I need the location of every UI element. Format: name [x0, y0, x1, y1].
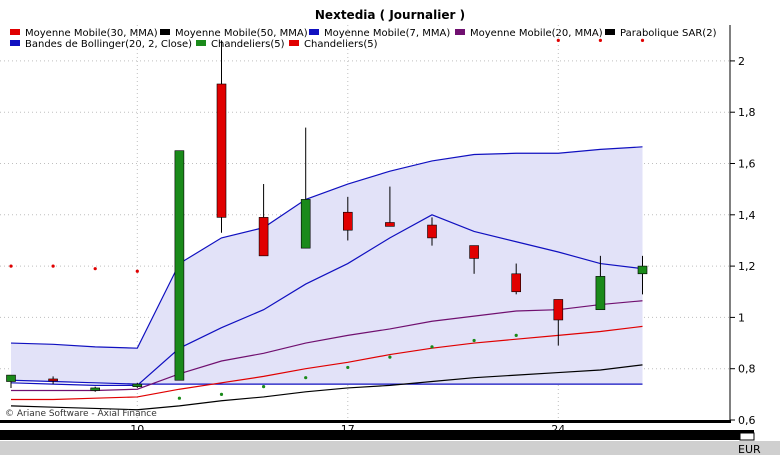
sar-point — [472, 338, 476, 343]
sar-point — [9, 264, 13, 268]
sar-point — [177, 396, 181, 400]
legend-swatch-sar — [605, 29, 615, 35]
legend-label: Bandes de Bollinger(20, 2, Close) — [25, 39, 192, 50]
scrollbar-thumb[interactable] — [0, 430, 754, 440]
y-tick-label: 1 — [738, 311, 745, 324]
legend-label: Chandeliers(5) — [304, 39, 378, 50]
candle-body-down — [48, 378, 58, 382]
legend-item: Moyenne Mobile(30, MMA) — [10, 28, 158, 39]
candle-body-down — [216, 83, 227, 218]
x-axis-bar — [0, 420, 731, 423]
candle-body-down — [469, 245, 479, 259]
candle-body-up — [300, 199, 311, 249]
sar-point — [304, 376, 308, 380]
legend-item: Moyenne Mobile(7, MMA) — [309, 28, 450, 39]
sar-point — [598, 38, 603, 42]
candle-body-up — [132, 383, 143, 387]
sar-point — [93, 267, 97, 271]
sar-point — [514, 333, 518, 337]
legend-swatch-bollinger — [10, 40, 20, 46]
scrollbar-track[interactable] — [0, 441, 780, 455]
candle-body-up — [595, 276, 606, 311]
candle-body-up — [90, 387, 100, 391]
sar-point — [262, 385, 266, 389]
legend-label: Parabolique SAR(2) — [620, 28, 717, 39]
legend-swatch-mm20 — [455, 29, 465, 35]
scrollbar-thumb-edge — [739, 432, 755, 441]
candle-body-down — [511, 273, 522, 293]
chart-title: Nextedia ( Journalier ) — [315, 8, 465, 22]
horizontal-scrollbar[interactable] — [0, 430, 780, 455]
candle-body-up — [637, 265, 648, 275]
legend-label: Moyenne Mobile(50, MMA) — [175, 28, 308, 39]
chart: Nextedia ( Journalier ) Moyenne Mobile(3… — [0, 0, 780, 455]
candle-body-down — [553, 299, 564, 321]
legend-swatch-mm50 — [160, 29, 170, 35]
legend-label: Moyenne Mobile(30, MMA) — [25, 28, 158, 39]
legend-swatch-mm30 — [10, 29, 20, 35]
sar-point — [640, 38, 645, 42]
sar-point — [388, 355, 392, 359]
legend-label: Moyenne Mobile(20, MMA) — [470, 28, 603, 39]
y-tick-label: 1,8 — [738, 106, 756, 119]
sar-point — [219, 392, 224, 396]
legend-item: Moyenne Mobile(20, MMA) — [455, 28, 603, 39]
candle-body-down — [385, 222, 395, 227]
candle-body-down — [258, 217, 269, 257]
chart-credit: © Ariane Software - Axial Finance — [5, 409, 157, 419]
y-tick-label: 0,6 — [738, 414, 756, 427]
legend-swatch-candles-down — [289, 40, 299, 46]
legend-label: Moyenne Mobile(7, MMA) — [324, 28, 450, 39]
candle-body-up — [174, 150, 185, 381]
legend-label: Chandeliers(5) — [211, 39, 285, 50]
unit-label: EUR — [738, 443, 761, 455]
candle-body-down — [342, 211, 353, 231]
legend-swatch-candles-up — [196, 40, 206, 46]
y-tick-label: 1,6 — [738, 158, 756, 171]
sar-point — [556, 38, 560, 42]
y-tick-label: 1,2 — [738, 260, 756, 273]
y-tick-label: 0,8 — [738, 363, 756, 376]
candle-body-down — [427, 224, 437, 239]
sar-point — [430, 345, 434, 349]
legend-item: Bandes de Bollinger(20, 2, Close) — [10, 39, 192, 50]
sar-point — [135, 269, 139, 273]
legend-item: Moyenne Mobile(50, MMA) — [160, 28, 308, 39]
y-tick-label: 1,4 — [738, 209, 756, 222]
legend-item: Parabolique SAR(2) — [605, 28, 717, 39]
legend-swatch-mm7 — [309, 29, 319, 35]
y-tick-label: 2 — [738, 55, 745, 68]
sar-point — [51, 264, 55, 268]
sar-point — [346, 365, 350, 370]
candle-body-up — [6, 374, 16, 382]
